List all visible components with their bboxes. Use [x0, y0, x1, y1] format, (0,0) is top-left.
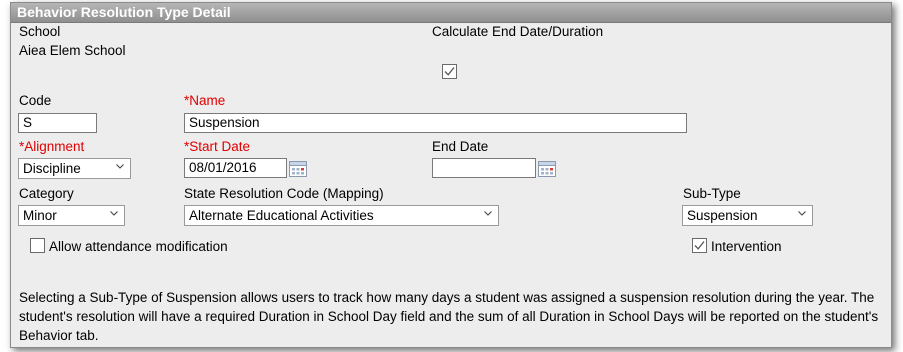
- calculate-end-checkbox[interactable]: [442, 64, 457, 79]
- category-label: Category: [19, 186, 74, 201]
- state-code-select[interactable]: Alternate Educational Activities: [184, 205, 499, 226]
- allow-attendance-label: Allow attendance modification: [49, 239, 228, 254]
- state-code-value: Alternate Educational Activities: [189, 208, 374, 223]
- allow-attendance-checkbox[interactable]: [30, 238, 45, 253]
- calculate-end-label: Calculate End Date/Duration: [432, 24, 604, 39]
- end-date-label: End Date: [432, 139, 489, 154]
- panel-title: Behavior Resolution Type Detail: [11, 3, 891, 23]
- alignment-label: *Alignment: [19, 139, 85, 154]
- chevron-down-icon: [110, 211, 118, 216]
- start-date-input[interactable]: 08/01/2016: [184, 158, 287, 178]
- sub-type-description: Selecting a Sub-Type of Suspension allow…: [19, 290, 879, 343]
- sub-type-select[interactable]: Suspension: [682, 205, 813, 226]
- intervention-checkbox[interactable]: [692, 238, 707, 253]
- code-input[interactable]: S: [18, 113, 97, 133]
- code-label: Code: [19, 93, 52, 108]
- resolution-type-panel: Behavior Resolution Type Detail School A…: [10, 2, 892, 348]
- start-date-label: *Start Date: [184, 139, 251, 154]
- chevron-down-icon: [116, 164, 124, 169]
- name-input[interactable]: Suspension: [184, 113, 687, 133]
- alignment-value: Discipline: [23, 161, 81, 176]
- school-value: Aiea Elem School: [19, 43, 126, 58]
- chevron-down-icon: [798, 211, 806, 216]
- end-date-input[interactable]: [432, 158, 536, 178]
- checkmark-icon: [444, 67, 455, 76]
- state-code-label: State Resolution Code (Mapping): [184, 186, 384, 201]
- category-select[interactable]: Minor: [18, 205, 125, 226]
- alignment-select[interactable]: Discipline: [18, 158, 131, 179]
- checkmark-icon: [694, 241, 705, 250]
- sub-type-value: Suspension: [687, 208, 758, 223]
- sub-type-label: Sub-Type: [683, 186, 741, 201]
- category-value: Minor: [23, 208, 57, 223]
- chevron-down-icon: [484, 211, 492, 216]
- name-label: *Name: [184, 93, 226, 108]
- school-label: School: [19, 24, 61, 39]
- intervention-label: Intervention: [711, 239, 782, 254]
- calendar-icon[interactable]: [538, 161, 556, 177]
- calendar-icon[interactable]: [289, 161, 307, 177]
